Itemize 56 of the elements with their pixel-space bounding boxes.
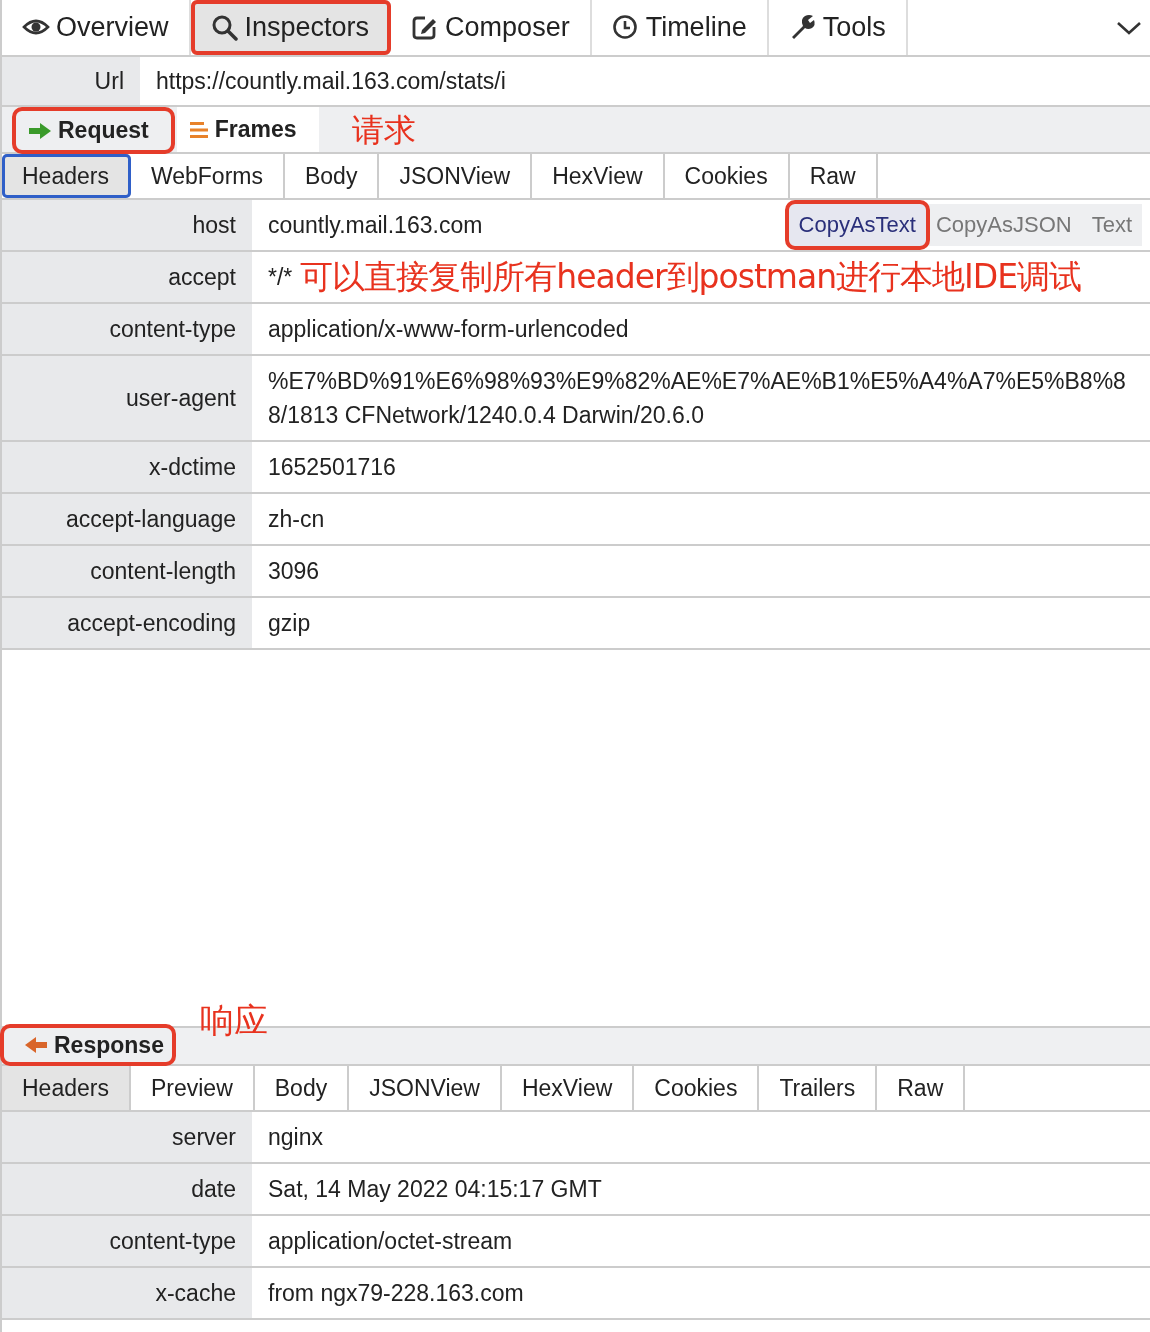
url-label: Url (2, 57, 140, 105)
tab[interactable]: Cookies (664, 154, 790, 198)
annotation-text: 响应 (200, 999, 268, 1042)
header-name: x-dctime (2, 442, 252, 492)
header-value: from ngx79-228.163.com (268, 1279, 524, 1308)
clock-icon (611, 14, 640, 41)
header-name: x-cache (2, 1268, 252, 1318)
header-name: accept-encoding (2, 598, 252, 648)
header-value: application/x-www-form-urlencoded (268, 315, 629, 344)
header-value: 1652501716 (268, 453, 396, 482)
url-value: https://countly.mail.163.com/stats/i (155, 66, 507, 96)
tab[interactable]: HexView (532, 154, 665, 198)
tab[interactable]: Cookies (634, 1066, 760, 1110)
header-name: date (2, 1164, 252, 1214)
header-value: gzip (268, 609, 311, 638)
header-value: */* (268, 263, 293, 292)
header-name: content-type (2, 1216, 252, 1266)
header-value: application/octet-stream (268, 1227, 513, 1256)
arrow-left-icon (24, 1036, 48, 1054)
header-name: host (2, 200, 252, 250)
copy-button[interactable]: CopyAsJSON (925, 204, 1082, 246)
tab[interactable]: Headers (2, 154, 131, 198)
tab[interactable]: Body (254, 1066, 350, 1110)
tab[interactable]: Trailers (759, 1066, 878, 1110)
annotation-text: 请求 (352, 110, 416, 151)
tab[interactable]: Inspectors (190, 0, 392, 55)
tab[interactable]: Preview (130, 1066, 255, 1110)
tab[interactable]: Composer (391, 0, 592, 55)
header-value: %E7%BD%91%E6%98%93%E9%82%AE%E7%AE%B1%E5%A4%A7%E5%B8%88/1813 CFNetwork/1240.0.4 Darwin/20.6.0 (268, 367, 1127, 430)
tab[interactable]: Headers (2, 1066, 131, 1110)
header-value: Sat, 14 May 2022 04:15:17 GMT (268, 1175, 602, 1204)
tab[interactable]: WebForms (130, 154, 285, 198)
header-name: accept-language (2, 494, 252, 544)
header-value: countly.mail.163.com (268, 211, 483, 240)
search-icon (210, 14, 239, 41)
tab[interactable]: HexView (501, 1066, 635, 1110)
header-value: zh-cn (268, 505, 325, 534)
header-name: server (2, 1112, 252, 1162)
tab[interactable]: Body (285, 154, 380, 198)
copy-button[interactable]: Text (1081, 204, 1142, 246)
list-icon (188, 119, 209, 140)
header-name: content-type (2, 304, 252, 354)
header-name: content-length (2, 546, 252, 596)
header-name: accept (2, 252, 252, 302)
header-value: 3096 (268, 557, 320, 586)
chevron-down-icon (1116, 19, 1142, 36)
tab[interactable]: Timeline (591, 0, 769, 55)
tab[interactable]: JSONView (379, 154, 533, 198)
tab[interactable]: Raw (877, 1066, 966, 1110)
arrow-right-icon (28, 121, 52, 140)
tab[interactable]: Raw (789, 154, 878, 198)
tab[interactable]: Tools (768, 0, 908, 55)
header-name: user-agent (2, 356, 252, 440)
tab[interactable]: Frames (176, 107, 319, 152)
header-value: nginx (268, 1123, 323, 1152)
tab[interactable]: JSONView (349, 1066, 502, 1110)
